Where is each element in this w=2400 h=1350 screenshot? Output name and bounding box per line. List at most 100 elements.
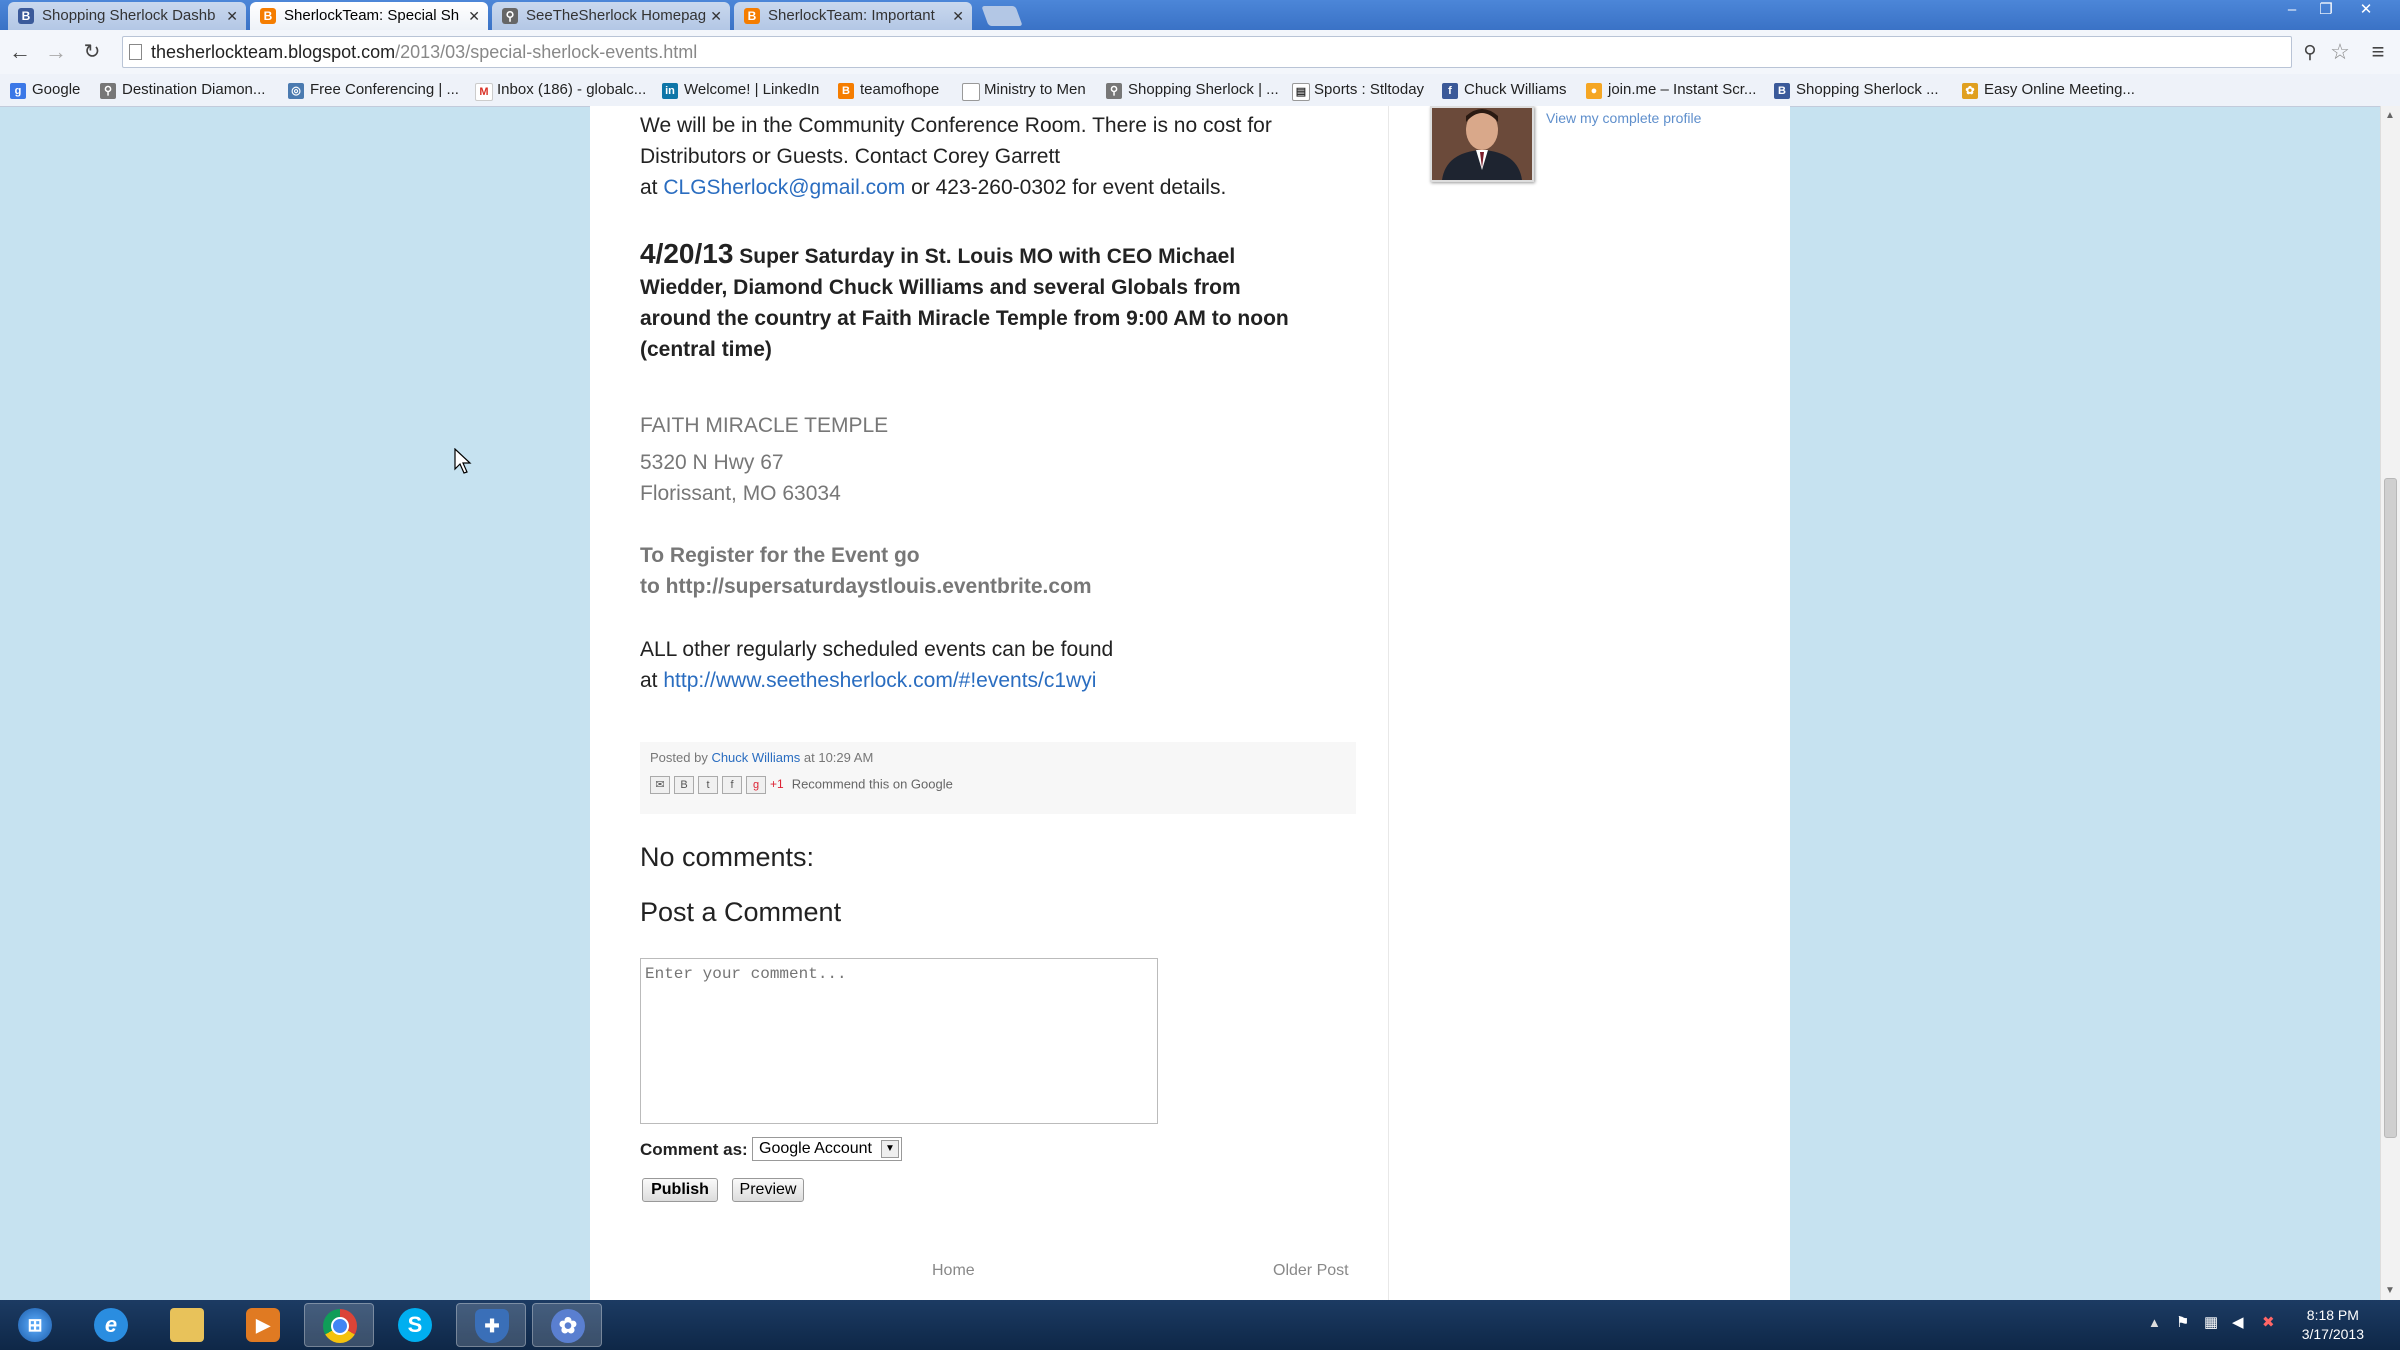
taskbar-internet-explorer[interactable]: e [76,1303,146,1347]
bookmark-easy-online-meeting[interactable]: ✿ Easy Online Meeting... [1962,74,2135,106]
scroll-up-arrow-icon[interactable]: ▲ [2385,110,2395,121]
event-intro-paragraph: We will be in the Community Conference R… [640,110,1272,203]
taskbar-security[interactable]: ✚ [456,1303,526,1347]
blog-this-icon[interactable]: B [674,776,694,794]
taskbar-file-explorer[interactable] [152,1303,222,1347]
google-icon: g [10,83,26,99]
browser-toolbar: ← → ↻ thesherlockteam.blogspot.com/2013/… [0,30,2400,75]
bookmark-label: Easy Online Meeting... [1984,81,2135,98]
new-tab-button[interactable] [981,6,1023,26]
scroll-thumb[interactable] [2384,478,2397,1138]
taskbar-app[interactable]: ✿ [532,1303,602,1347]
other-events-paragraph: ALL other regularly scheduled events can… [640,634,1113,696]
scroll-down-arrow-icon[interactable]: ▼ [2385,1285,2395,1296]
address-bar[interactable]: thesherlockteam.blogspot.com/2013/03/spe… [122,36,2292,68]
profile-avatar[interactable] [1430,106,1534,182]
shield-icon: ✚ [475,1309,509,1343]
blog-content-area: We will be in the Community Conference R… [590,106,1790,1300]
comment-as-value: Google Account [759,1140,872,1157]
tab-shopping-sherlock-dashboard[interactable]: B Shopping Sherlock Dashb ✕ [8,2,246,30]
close-icon[interactable]: ✕ [468,2,480,30]
comment-as-label: Comment as: [640,1140,748,1159]
tray-expand-icon[interactable]: ▲ [2148,1315,2161,1330]
event-line-4: (central time) [640,338,772,361]
comment-textarea[interactable] [640,958,1158,1124]
flag-icon[interactable]: ⚑ [2176,1313,2189,1331]
bookmark-label: Sports : Stltoday [1314,81,1425,98]
bookmark-destination-diamond[interactable]: ⚲ Destination Diamon... [100,74,265,106]
blogger-icon: B [744,8,760,24]
publish-button[interactable]: Publish [642,1178,718,1202]
page-scrollbar[interactable]: ▲ ▼ [2380,106,2400,1300]
alert-icon[interactable]: ✖ [2262,1313,2275,1331]
blogger-icon: B [260,8,276,24]
facebook-share-icon[interactable]: f [722,776,742,794]
bookmark-free-conferencing[interactable]: ◎ Free Conferencing | ... [288,74,459,106]
minimize-icon[interactable]: – [2276,0,2308,22]
menu-icon[interactable]: ≡ [2364,38,2392,66]
older-post-link[interactable]: Older Post [1273,1262,1349,1280]
bookmark-stltoday[interactable]: ▤ Sports : Stltoday [1292,74,1424,106]
tab-special-sherlock-events[interactable]: B SherlockTeam: Special Sh ✕ [250,2,488,30]
meeting-icon: ✿ [1962,83,1978,99]
posted-time: at 10:29 AM [800,750,874,765]
taskbar-chrome[interactable] [304,1303,374,1347]
no-comments-heading: No comments: [640,842,815,872]
bookmark-chuck-williams[interactable]: f Chuck Williams [1442,74,1567,106]
bookmark-star-icon[interactable]: ☆ [2326,38,2354,66]
windows-start-icon: ⊞ [18,1308,52,1342]
bookmark-label: Welcome! | LinkedIn [684,81,820,98]
plus-one-button[interactable]: +1 [770,777,784,791]
forward-arrow-icon[interactable]: → [42,38,70,66]
author-link[interactable]: Chuck Williams [711,750,800,765]
start-button[interactable]: ⊞ [0,1303,70,1347]
email-link[interactable]: CLGSherlock@gmail.com [663,176,905,199]
bookmark-shopping-sherlock-2[interactable]: B Shopping Sherlock ... [1774,74,1939,106]
sherlock-icon: ⚲ [502,8,518,24]
bookmark-joinme[interactable]: ● join.me – Instant Scr... [1586,74,1756,106]
gmail-icon: M [475,83,493,101]
bookmark-inbox[interactable]: M Inbox (186) - globalc... [475,74,646,106]
taskbar-media-player[interactable]: ▶ [228,1303,298,1347]
url-host: thesherlockteam.blogspot.com [151,42,396,62]
home-link[interactable]: Home [932,1262,975,1280]
facebook-icon: f [1442,83,1458,99]
close-icon[interactable]: ✕ [710,2,722,30]
tab-seethesherlock-homepage[interactable]: ⚲ SeeTheSherlock Homepag ✕ [492,2,730,30]
chrome-icon [323,1309,357,1343]
system-clock[interactable]: 8:18 PM 3/17/2013 [2302,1306,2364,1344]
restore-icon[interactable]: ❐ [2310,0,2342,22]
tab-label: SeeTheSherlock Homepag [526,7,707,24]
event-line-1-text: Super Saturday in St. Louis MO with CEO … [733,245,1236,268]
close-icon[interactable]: ✕ [952,2,964,30]
sherlock-icon: ⚲ [100,83,116,99]
preview-button[interactable]: Preview [732,1178,804,1202]
email-share-icon[interactable]: ✉ [650,776,670,794]
tab-important[interactable]: B SherlockTeam: Important ✕ [734,2,972,30]
sherlock-extension-icon[interactable]: ⚲ [2296,38,2324,66]
intro-line-2: Distributors or Guests. Contact Corey Ga… [640,145,1061,168]
close-icon[interactable]: ✕ [226,2,238,30]
bookmark-ministry-to-men[interactable]: Ministry to Men [962,74,1086,106]
back-arrow-icon[interactable]: ← [6,38,34,66]
linkedin-icon: in [662,83,678,99]
google-plus-icon[interactable]: g [746,776,766,794]
bookmark-teamofhope[interactable]: Bteamofhope [838,74,939,106]
bookmark-linkedin[interactable]: in Welcome! | LinkedIn [662,74,819,106]
events-link[interactable]: http://www.seethesherlock.com/#!events/c… [663,669,1096,692]
network-icon[interactable]: ▦ [2204,1313,2218,1331]
taskbar-skype[interactable]: S [380,1303,450,1347]
sidebar-divider [1388,106,1389,1300]
bookmark-google[interactable]: g Google [10,74,80,106]
twitter-share-icon[interactable]: t [698,776,718,794]
volume-icon[interactable]: ◀ [2232,1313,2244,1331]
media-player-icon: ▶ [246,1308,280,1342]
reload-icon[interactable]: ↻ [78,38,106,66]
register-paragraph: To Register for the Event go to http://s… [640,540,1092,602]
bookmark-shopping-sherlock[interactable]: ⚲ Shopping Sherlock | ... [1106,74,1279,106]
comment-as-select[interactable]: Google Account ▼ [752,1137,902,1161]
bookmark-label: Chuck Williams [1464,81,1567,98]
window-close-icon[interactable]: ✕ [2350,0,2382,22]
bookmark-label: Destination Diamon... [122,81,266,98]
view-profile-link[interactable]: View my complete profile [1546,110,1701,126]
